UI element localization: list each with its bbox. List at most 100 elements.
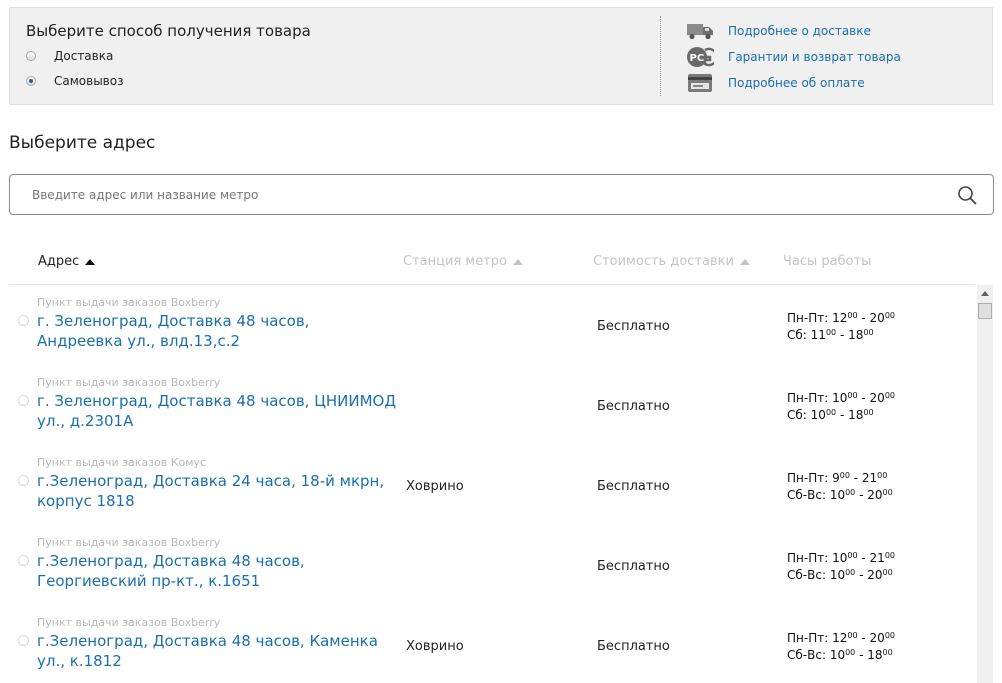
hours-from-h: 10: [829, 488, 846, 502]
metro-station: Ховрино: [406, 479, 464, 494]
hours-to-m: 00: [863, 328, 874, 337]
pickup-point-list[interactable]: Пункт выдачи заказов Boxberry г. Зеленог…: [9, 285, 975, 683]
hours-from-h: 12: [832, 311, 848, 325]
payment-info-link[interactable]: Подробнее об оплате: [686, 73, 865, 93]
address-search-input[interactable]: [22, 183, 962, 207]
address-search-box[interactable]: [9, 174, 994, 215]
hours-to-h: 18: [867, 648, 883, 662]
row-radio[interactable]: [18, 555, 29, 566]
hours-line: Пн-Пт: 1000 - 2000: [787, 391, 895, 405]
radio-courier[interactable]: [26, 51, 36, 61]
hours-to-m: 00: [863, 408, 874, 417]
delivery-cost: Бесплатно: [597, 639, 670, 654]
delivery-cost: Бесплатно: [597, 319, 670, 334]
hours-line: Сб: 1100 - 1800: [787, 328, 874, 342]
hours-to-m: 00: [884, 391, 895, 400]
hours-from-h: 10: [832, 551, 848, 565]
hours-days: Пн-Пт:: [787, 391, 829, 405]
hours-to-h: 21: [869, 551, 885, 565]
payment-card-icon: [686, 73, 714, 93]
sort-asc-icon: [739, 258, 750, 265]
hours-days: Сб-Вс:: [787, 568, 826, 582]
hours-to-m: 00: [884, 311, 895, 320]
hours-to-h: 18: [848, 328, 864, 342]
delivery-option-courier[interactable]: Доставка: [26, 49, 113, 63]
hours-days: Пн-Пт:: [787, 551, 829, 565]
svg-text:PC: PC: [690, 53, 705, 64]
table-row[interactable]: Пункт выдачи заказов Boxberry г. Зеленог…: [9, 285, 975, 365]
delivery-cost: Бесплатно: [597, 399, 670, 414]
delivery-method-panel: Выберите способ получения товара Доставк…: [9, 7, 993, 105]
column-header-cost-label: Стоимость доставки: [593, 254, 734, 269]
hours-from-h: 12: [832, 631, 848, 645]
hours-from-h: 10: [829, 648, 846, 662]
column-header-cost[interactable]: Стоимость доставки: [593, 254, 750, 269]
address-link[interactable]: г.Зеленоград, Доставка 24 часа, 18-й мкр…: [37, 471, 397, 511]
hours-line: Пн-Пт: 1000 - 2100: [787, 551, 895, 565]
scroll-thumb[interactable]: [978, 303, 992, 319]
hours-from-h: 10: [810, 408, 826, 422]
hours-from-m: 00: [845, 568, 856, 577]
hours-from-m: 00: [825, 408, 837, 417]
delivery-cost: Бесплатно: [597, 479, 670, 494]
hours-to-m: 00: [877, 471, 888, 480]
sort-asc-icon: [85, 258, 96, 265]
hours-days: Сб-Вс:: [787, 488, 826, 502]
list-scrollbar[interactable]: [977, 285, 993, 683]
address-link[interactable]: г. Зеленоград, Доставка 48 часов, Андрее…: [37, 311, 397, 351]
hours-from-m: 00: [847, 551, 858, 560]
sort-asc-icon: [512, 258, 523, 265]
delivery-method-title: Выберите способ получения товара: [26, 22, 311, 40]
delivery-info-link[interactable]: Подробнее о доставке: [686, 21, 871, 41]
row-radio[interactable]: [18, 635, 29, 646]
hours-to-h: 20: [869, 631, 885, 645]
hours-line: Сб: 1000 - 1800: [787, 408, 874, 422]
hours-to-m: 00: [882, 568, 893, 577]
hours-to-h: 18: [848, 408, 864, 422]
provider-name: Пункт выдачи заказов Boxberry: [37, 376, 221, 389]
hours-from-m: 00: [847, 391, 858, 400]
hours-days: Пн-Пт:: [787, 471, 829, 485]
hours-line: Сб-Вс: 1000 - 1800: [787, 648, 893, 662]
hours-line: Пн-Пт: 1200 - 2000: [787, 311, 895, 325]
hours-from-m: 00: [847, 311, 858, 320]
hours-from-m: 00: [825, 328, 837, 337]
hours-from-h: 10: [832, 391, 848, 405]
warranty-info-link[interactable]: PC Гарантии и возврат товара: [686, 47, 901, 67]
pct-certification-icon: PC: [686, 47, 714, 67]
working-hours: Пн-Пт: 900 - 2100 Сб-Вс: 1000 - 2000: [787, 470, 893, 504]
row-radio[interactable]: [18, 475, 29, 486]
table-row[interactable]: Пункт выдачи заказов Комус г.Зеленоград,…: [9, 445, 975, 525]
delivery-info-label[interactable]: Подробнее о доставке: [728, 24, 871, 38]
table-row[interactable]: Пункт выдачи заказов Boxberry г. Зеленог…: [9, 365, 975, 445]
hours-from-h: 9: [832, 471, 840, 485]
column-header-metro[interactable]: Станция метро: [403, 254, 523, 269]
warranty-info-label[interactable]: Гарантии и возврат товара: [728, 50, 901, 64]
provider-name: Пункт выдачи заказов Комус: [37, 456, 207, 469]
address-link[interactable]: г.Зеленоград, Доставка 48 часов, Георгие…: [37, 551, 397, 591]
table-row[interactable]: Пункт выдачи заказов Boxberry г.Зеленогр…: [9, 605, 975, 683]
delivery-cost: Бесплатно: [597, 559, 670, 574]
address-link[interactable]: г.Зеленоград, Доставка 48 часов, Каменка…: [37, 631, 397, 671]
working-hours: Пн-Пт: 1000 - 2100 Сб-Вс: 1000 - 2000: [787, 550, 895, 584]
column-header-metro-label: Станция метро: [403, 254, 507, 269]
hours-to-m: 00: [882, 488, 893, 497]
row-radio[interactable]: [18, 395, 29, 406]
scroll-up-arrow-icon[interactable]: [977, 285, 993, 301]
truck-icon: [686, 21, 714, 41]
row-radio[interactable]: [18, 315, 29, 326]
table-row[interactable]: Пункт выдачи заказов Boxberry г.Зеленогр…: [9, 525, 975, 605]
search-icon[interactable]: [957, 185, 977, 205]
hours-to-h: 20: [869, 391, 885, 405]
address-link[interactable]: г. Зеленоград, Доставка 48 часов, ЦНИИМО…: [37, 391, 397, 431]
column-header-hours: Часы работы: [783, 254, 871, 269]
hours-to-h: 20: [867, 488, 883, 502]
payment-info-label[interactable]: Подробнее об оплате: [728, 76, 865, 90]
radio-pickup[interactable]: [26, 76, 36, 86]
delivery-option-pickup[interactable]: Самовывоз: [26, 74, 123, 88]
hours-days: Сб-Вс:: [787, 648, 826, 662]
working-hours: Пн-Пт: 1200 - 2000 Сб: 1100 - 1800: [787, 310, 895, 344]
hours-to-m: 00: [884, 631, 895, 640]
column-header-address[interactable]: Адрес: [38, 254, 96, 269]
provider-name: Пункт выдачи заказов Boxberry: [37, 616, 221, 629]
